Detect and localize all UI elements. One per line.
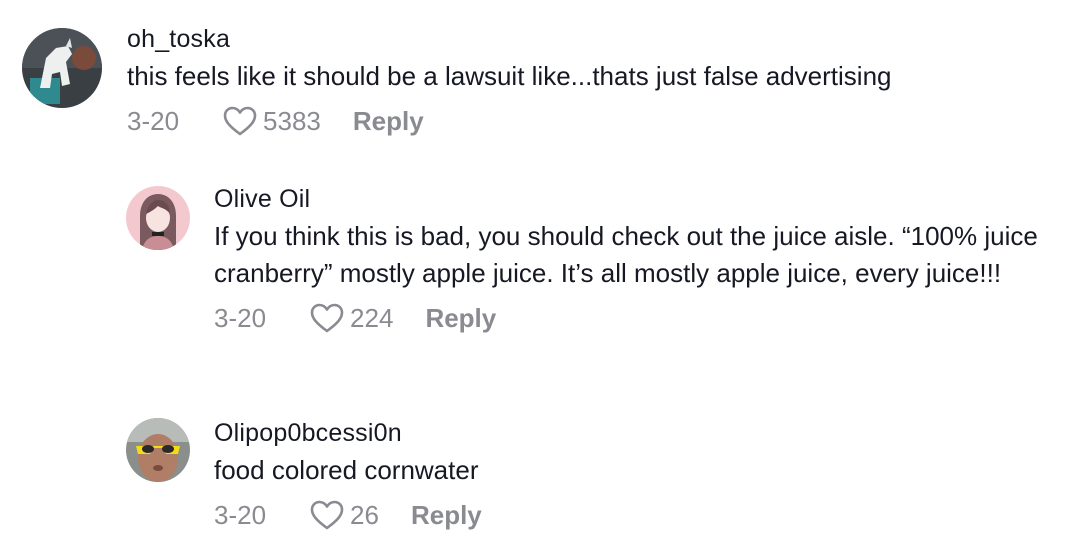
comment-body: Olive Oil If you think this is bad, you … xyxy=(214,184,1056,338)
heart-outline-icon xyxy=(310,500,344,530)
comment-body: Olipop0bcessi0n food colored cornwater 3… xyxy=(214,418,1056,535)
comment-text: this feels like it should be a lawsuit l… xyxy=(127,61,892,91)
comment-meta: 3-20 224 Reply xyxy=(214,298,1056,338)
heart-outline-icon xyxy=(310,303,344,333)
comment-username[interactable]: Olipop0bcessi0n xyxy=(214,418,1056,448)
reply-button[interactable]: Reply xyxy=(425,303,496,334)
like-count: 224 xyxy=(350,302,394,333)
avatar[interactable] xyxy=(22,28,102,108)
like-button[interactable]: 224 xyxy=(310,303,393,334)
reply-button[interactable]: Reply xyxy=(353,106,424,137)
comment-username[interactable]: Olive Oil xyxy=(214,184,1056,214)
heart-outline-icon xyxy=(223,106,257,136)
comment-date: 3-20 xyxy=(214,499,267,530)
reply-button[interactable]: Reply xyxy=(411,500,482,531)
comment-date: 3-20 xyxy=(214,302,267,333)
avatar[interactable] xyxy=(126,186,190,250)
comment-text: food colored cornwater xyxy=(214,455,479,485)
like-count: 26 xyxy=(350,499,379,530)
comment-body: oh_toska this feels like it should be a … xyxy=(127,24,1056,141)
avatar[interactable] xyxy=(126,418,190,482)
comment-text: If you think this is bad, you should che… xyxy=(214,221,1038,288)
like-button[interactable]: 5383 xyxy=(223,106,321,137)
comment-username[interactable]: oh_toska xyxy=(127,24,1056,54)
like-count: 5383 xyxy=(263,105,321,136)
like-button[interactable]: 26 xyxy=(310,500,379,531)
comment-date: 3-20 xyxy=(127,105,180,136)
comment-meta: 3-20 26 Reply xyxy=(214,495,1056,535)
comment-meta: 3-20 5383 Reply xyxy=(127,101,1056,141)
